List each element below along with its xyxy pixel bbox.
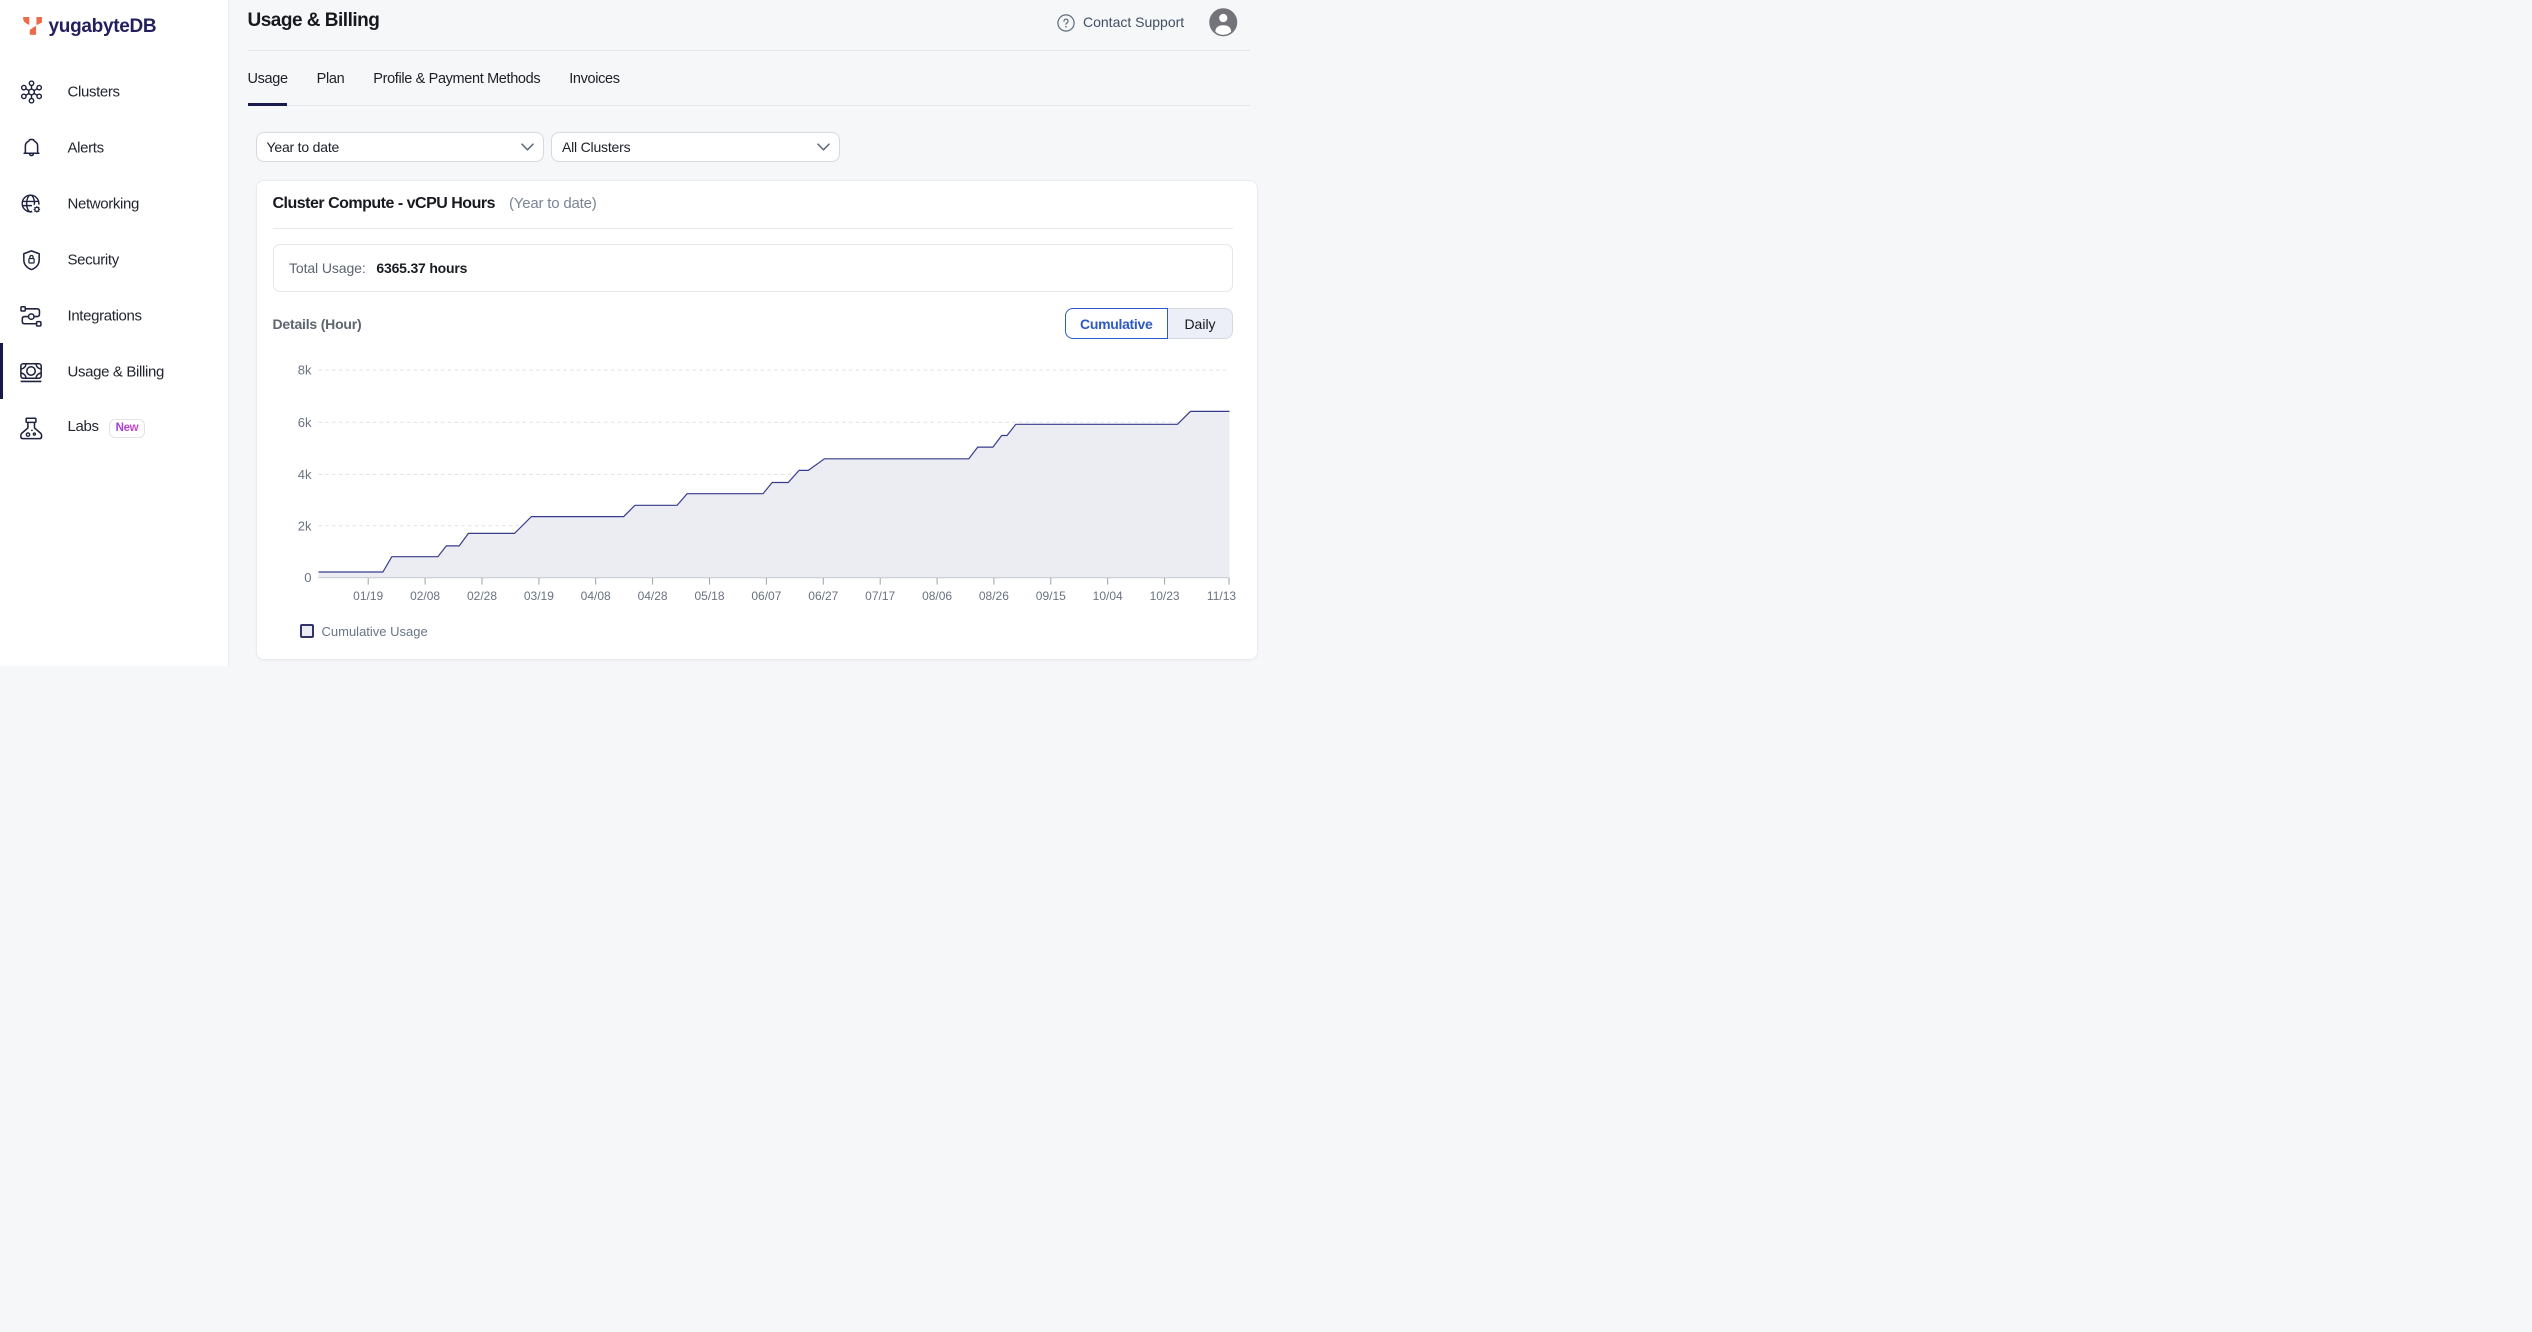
svg-text:6k: 6k: [297, 415, 311, 430]
svg-text:11/13: 11/13: [1206, 589, 1235, 603]
svg-text:04/28: 04/28: [637, 589, 667, 603]
svg-text:4k: 4k: [297, 467, 311, 482]
svg-text:2k: 2k: [297, 518, 311, 533]
svg-text:09/15: 09/15: [1035, 589, 1065, 603]
svg-text:03/19: 03/19: [523, 589, 553, 603]
svg-text:05/18: 05/18: [694, 589, 724, 603]
svg-text:01/19: 01/19: [353, 589, 383, 603]
svg-text:04/08: 04/08: [580, 589, 610, 603]
svg-text:02/08: 02/08: [410, 589, 440, 603]
svg-text:06/07: 06/07: [751, 589, 781, 603]
svg-text:08/26: 08/26: [978, 589, 1008, 603]
svg-text:08/06: 08/06: [922, 589, 952, 603]
svg-text:10/23: 10/23: [1149, 589, 1179, 603]
svg-text:02/28: 02/28: [466, 589, 496, 603]
svg-text:07/17: 07/17: [865, 589, 895, 603]
svg-text:8k: 8k: [297, 363, 311, 378]
svg-text:10/04: 10/04: [1092, 589, 1122, 603]
svg-text:0: 0: [304, 570, 311, 585]
svg-text:06/27: 06/27: [808, 589, 838, 603]
